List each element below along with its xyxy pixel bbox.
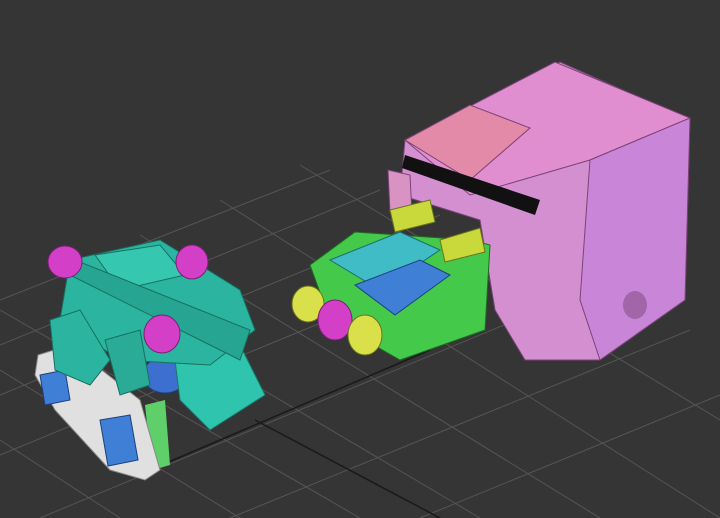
lime-wheel-right [347, 314, 383, 356]
viewport-canvas[interactable] [0, 0, 720, 518]
magenta-wheel-front [143, 314, 181, 354]
blue-block-left [39, 369, 71, 406]
magenta-wheel-center [317, 299, 353, 341]
3d-viewport[interactable] [0, 0, 720, 518]
cab-vent [623, 291, 647, 319]
magenta-wheel-left [47, 245, 83, 279]
right-truck-assembly[interactable] [291, 61, 692, 361]
magenta-wheel-right [175, 244, 209, 280]
left-robot-assembly[interactable] [34, 239, 266, 481]
